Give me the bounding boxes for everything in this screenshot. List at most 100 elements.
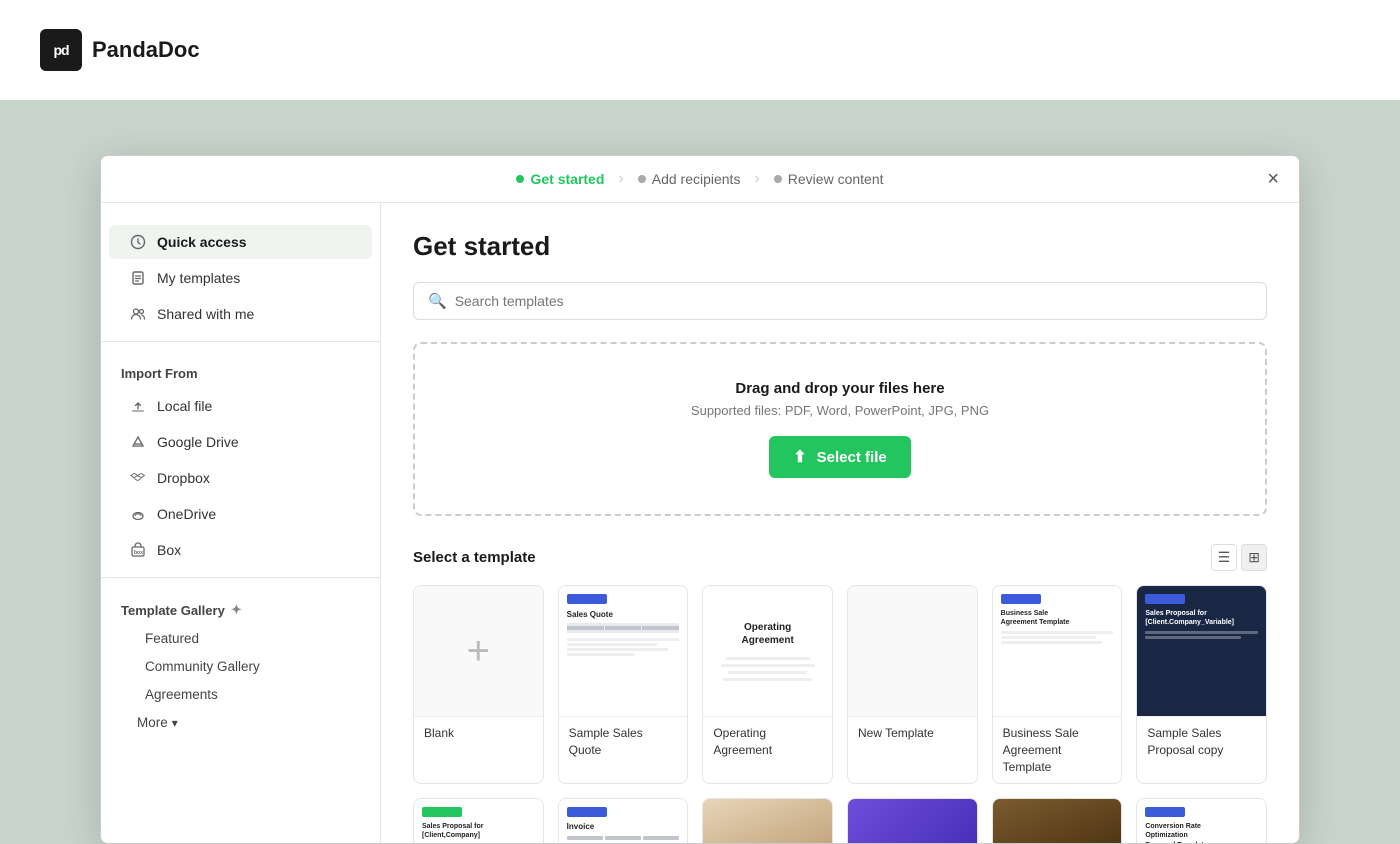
sidebar-item-onedrive[interactable]: OneDrive: [109, 497, 372, 531]
sidebar-item-box[interactable]: box Box: [109, 533, 372, 567]
step-review-content: Review content: [774, 171, 884, 187]
clock-icon: [129, 233, 147, 251]
sidebar: Quick access My templates: [101, 203, 381, 843]
box-label: Box: [157, 542, 181, 558]
search-bar: 🔍: [413, 282, 1267, 320]
search-input[interactable]: [455, 283, 1252, 319]
search-icon: 🔍: [428, 292, 447, 310]
modal-body: Quick access My templates: [101, 203, 1299, 843]
sidebar-item-featured[interactable]: Featured: [109, 625, 372, 652]
template-thumb-business-sale: Business SaleAgreement Template: [993, 586, 1122, 716]
template-card-interior[interactable]: [702, 798, 833, 843]
sidebar-item-quick-access[interactable]: Quick access: [109, 225, 372, 259]
onedrive-icon: [129, 505, 147, 523]
template-card-business-proposal[interactable]: Business Proposal Template: [847, 798, 978, 843]
dropzone-title: Drag and drop your files here: [435, 380, 1245, 397]
logo-icon: pd: [40, 29, 82, 71]
template-label-new-template: New Template: [848, 716, 977, 750]
templates-grid-row1: + Blank Sales Quote: [413, 585, 1267, 784]
onedrive-label: OneDrive: [157, 506, 216, 522]
template-card-blank[interactable]: + Blank: [413, 585, 544, 784]
sidebar-more-button[interactable]: More ▾: [101, 709, 380, 736]
template-card-sales-proposal-2[interactable]: Sales Proposal for[Client,Company] Sales…: [413, 798, 544, 843]
users-icon: [129, 305, 147, 323]
grid-view-button[interactable]: ⊞: [1241, 544, 1267, 571]
template-thumb-new-template: [848, 586, 977, 716]
google-drive-icon: [129, 433, 147, 451]
my-templates-label: My templates: [157, 270, 240, 286]
template-label-sales-proposal: Sample Sales Proposal copy: [1137, 716, 1266, 767]
template-gallery-title: Template Gallery ✦: [101, 588, 380, 624]
chevron-1: ›: [618, 170, 623, 188]
template-thumb-sales-quote: Sales Quote: [559, 586, 688, 716]
page-title: Get started: [413, 231, 1267, 262]
template-card-new-template[interactable]: New Template: [847, 585, 978, 784]
template-card-wood[interactable]: [992, 798, 1123, 843]
modal-header: Get started › Add recipients › Review co…: [101, 156, 1299, 203]
step-dot-1: [516, 175, 524, 183]
sidebar-item-my-templates[interactable]: My templates: [109, 261, 372, 295]
template-thumb-sales-proposal-2: Sales Proposal for[Client,Company]: [414, 799, 543, 843]
template-thumb-interior: [703, 799, 832, 843]
sidebar-item-community-gallery[interactable]: Community Gallery: [109, 653, 372, 680]
sidebar-section-gallery: Template Gallery ✦ Featured Community Ga…: [101, 588, 380, 736]
list-view-button[interactable]: ☰: [1211, 544, 1238, 571]
template-card-sales-quote[interactable]: Sales Quote: [558, 585, 689, 784]
local-file-label: Local file: [157, 398, 212, 414]
step-get-started: Get started: [516, 171, 604, 187]
shared-label: Shared with me: [157, 306, 254, 322]
template-thumb-blank: +: [414, 586, 543, 716]
template-thumb-wood: [993, 799, 1122, 843]
logo-text: PandaDoc: [92, 37, 200, 63]
template-label-sales-quote: Sample Sales Quote: [559, 716, 688, 767]
sidebar-section-quick-access: Quick access My templates: [101, 225, 380, 331]
template-thumb-business-proposal: [848, 799, 977, 843]
template-thumb-invoice: Invoice: [559, 799, 688, 843]
sidebar-item-shared[interactable]: Shared with me: [109, 297, 372, 331]
sidebar-item-agreements[interactable]: Agreements: [109, 681, 372, 708]
quick-access-label: Quick access: [157, 234, 247, 250]
step-dot-2: [638, 175, 646, 183]
import-from-title: Import From: [101, 352, 380, 387]
sidebar-divider-2: [101, 577, 380, 578]
templates-header: Select a template ☰ ⊞: [413, 544, 1267, 571]
modal: Get started › Add recipients › Review co…: [100, 155, 1300, 844]
dropbox-icon: [129, 469, 147, 487]
templates-grid-row2: Sales Proposal for[Client,Company] Sales…: [413, 798, 1267, 843]
template-card-operating-agreement[interactable]: OperatingAgreement Operating Agreement: [702, 585, 833, 784]
template-label-operating-agreement: Operating Agreement: [703, 716, 832, 767]
steps: Get started › Add recipients › Review co…: [516, 170, 883, 188]
box-icon: box: [129, 541, 147, 559]
view-toggle: ☰ ⊞: [1211, 544, 1267, 571]
template-card-sales-proposal[interactable]: Sales Proposal for[Client.Company_Variab…: [1136, 585, 1267, 784]
template-label-blank: Blank: [414, 716, 543, 750]
template-card-conversion[interactable]: Conversion RateOptimizationProposal Temp…: [1136, 798, 1267, 843]
svg-text:box: box: [134, 550, 143, 556]
spark-icon: ✦: [231, 602, 242, 618]
template-label-business-sale: Business Sale Agreement Template: [993, 716, 1122, 783]
templates-section-title: Select a template: [413, 549, 536, 566]
template-thumb-sales-proposal: Sales Proposal for[Client.Company_Variab…: [1137, 586, 1266, 716]
chevron-2: ›: [754, 170, 759, 188]
sidebar-item-google-drive[interactable]: Google Drive: [109, 425, 372, 459]
main-content: Get started 🔍 Drag and drop your files h…: [381, 203, 1299, 843]
sidebar-item-dropbox[interactable]: Dropbox: [109, 461, 372, 495]
sidebar-section-import: Import From Local file: [101, 352, 380, 567]
upload-arrow-icon: ⬆: [793, 447, 806, 467]
template-thumb-operating-agreement: OperatingAgreement: [703, 586, 832, 716]
dropzone-subtitle: Supported files: PDF, Word, PowerPoint, …: [435, 403, 1245, 418]
template-card-invoice[interactable]: Invoice Invoice: [558, 798, 689, 843]
plus-icon: +: [467, 629, 490, 674]
template-thumb-conversion: Conversion RateOptimizationProposal Temp…: [1137, 799, 1266, 843]
close-button[interactable]: ×: [1267, 169, 1279, 189]
drop-zone[interactable]: Drag and drop your files here Supported …: [413, 342, 1267, 516]
template-card-business-sale[interactable]: Business SaleAgreement Template Business…: [992, 585, 1123, 784]
top-bar: pd PandaDoc: [0, 0, 1400, 100]
select-file-button[interactable]: ⬆ Select file: [769, 436, 910, 478]
google-drive-label: Google Drive: [157, 434, 239, 450]
file-icon: [129, 269, 147, 287]
upload-icon: [129, 397, 147, 415]
sidebar-item-local-file[interactable]: Local file: [109, 389, 372, 423]
logo: pd PandaDoc: [40, 29, 200, 71]
sidebar-divider-1: [101, 341, 380, 342]
